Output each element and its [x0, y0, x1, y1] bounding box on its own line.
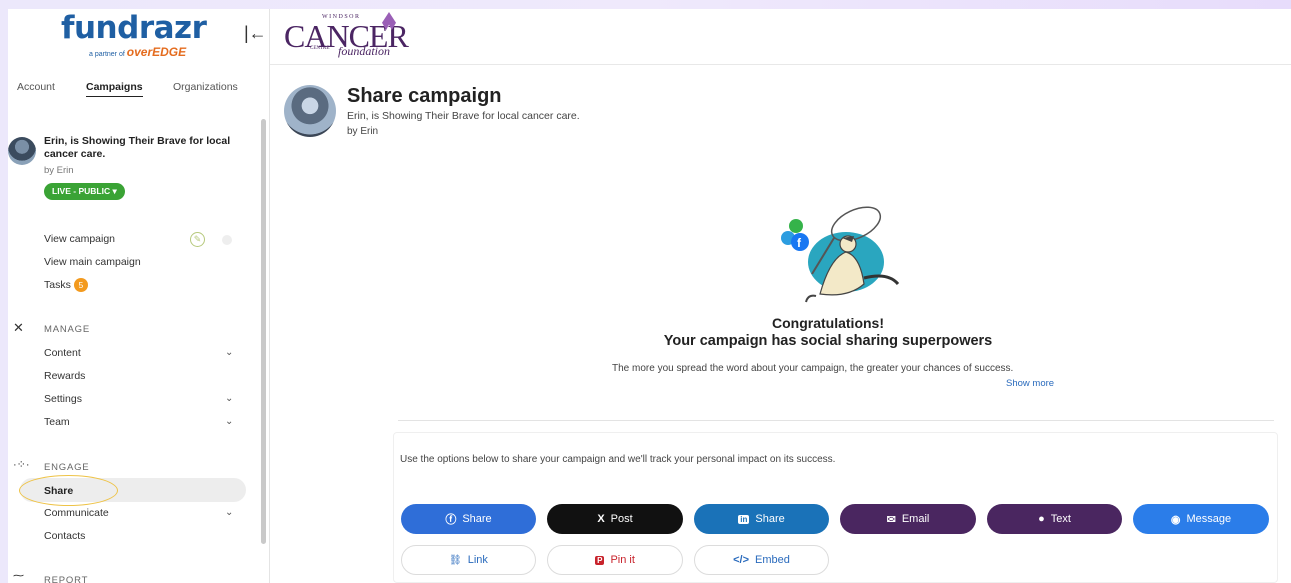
congrats-line2: Your campaign has social sharing superpo…	[663, 333, 993, 349]
chevron-down-icon[interactable]: ⌄	[225, 347, 233, 358]
embed-button[interactable]: </> Embed	[694, 545, 829, 575]
divider	[398, 420, 1274, 421]
button-label: Share	[462, 513, 492, 525]
tab-account[interactable]: Account	[17, 81, 55, 93]
pinterest-button[interactable]: P Pin it	[547, 545, 683, 575]
partner-label: a partner of	[89, 51, 125, 58]
envelope-icon: ✉	[886, 513, 896, 526]
congrats-block: Congratulations! Your campaign has socia…	[398, 314, 1258, 350]
chat-bubble-icon: ●	[1038, 513, 1045, 525]
button-label: Embed	[755, 554, 790, 566]
tab-organizations[interactable]: Organizations	[173, 81, 238, 93]
app-window: fundrazr a partner of overEDGE |← Accoun…	[8, 9, 1291, 583]
chevron-down-icon[interactable]: ⌄	[225, 416, 233, 427]
org-logo-centre: CENTRE	[310, 46, 330, 51]
org-logo[interactable]: WINDSOR CANCER CENTRE foundation	[284, 12, 409, 60]
sidebar-item-settings[interactable]: Settings	[44, 393, 82, 405]
link-icon: ⛓	[449, 554, 462, 566]
view-campaign-link[interactable]: View campaign	[44, 233, 115, 245]
linkedin-share-button[interactable]: in Share	[694, 504, 829, 534]
tasks-link[interactable]: Tasks 5	[44, 278, 88, 292]
button-label: Email	[901, 513, 930, 525]
page-author: by Erin	[347, 126, 379, 137]
x-post-button[interactable]: X Post	[547, 504, 683, 534]
partner-brand: overEDGE	[126, 45, 187, 59]
report-icon: ⁓	[13, 570, 24, 582]
sidebar-item-contacts[interactable]: Contacts	[44, 530, 85, 542]
tasks-label: Tasks	[44, 278, 71, 291]
button-label: Share	[755, 513, 785, 525]
campaign-title: Erin, is Showing Their Brave for local c…	[44, 135, 231, 160]
status-badge[interactable]: LIVE - PUBLIC ▾	[44, 183, 125, 200]
manage-heading: MANAGE	[44, 324, 90, 335]
email-button[interactable]: ✉ Email	[840, 504, 976, 534]
linkedin-icon: in	[738, 514, 750, 524]
sidebar-item-team[interactable]: Team	[44, 416, 70, 428]
facebook-share-button[interactable]: ⓕ Share	[401, 504, 536, 534]
button-label: Message	[1186, 513, 1232, 525]
share-options-text: Use the options below to share your camp…	[400, 454, 836, 465]
edit-icon[interactable]: ✎	[190, 232, 205, 247]
sidebar-item-communicate[interactable]: Communicate	[44, 507, 109, 519]
x-icon: X	[597, 513, 605, 525]
fundrazr-logo[interactable]: fundrazr a partner of overEDGE	[61, 10, 207, 59]
share-description: The more you spread the word about your …	[612, 363, 1014, 374]
code-icon: </>	[733, 554, 750, 566]
show-more-link[interactable]: Show more	[1006, 378, 1054, 389]
sidebar-item-rewards[interactable]: Rewards	[44, 370, 85, 382]
messenger-button[interactable]: ◉ Message	[1133, 504, 1269, 534]
pinterest-icon: P	[595, 555, 605, 565]
campaign-author: by Erin	[44, 165, 74, 176]
superhero-illustration: f	[781, 206, 900, 303]
report-heading: REPORT	[44, 575, 89, 583]
button-label: Pin it	[610, 554, 635, 566]
tasks-count-badge: 5	[73, 278, 88, 292]
top-bar: WINDSOR CANCER CENTRE foundation	[270, 9, 1291, 65]
sidebar-item-share[interactable]: Share	[44, 485, 73, 497]
chevron-down-icon[interactable]: ⌄	[225, 507, 233, 518]
chevron-down-icon[interactable]: ⌄	[225, 393, 233, 404]
tools-icon: ✕	[13, 320, 24, 335]
tab-campaigns[interactable]: Campaigns	[86, 81, 143, 97]
button-label: Post	[610, 513, 633, 525]
campaign-thumbnail	[8, 137, 36, 165]
copy-link-button[interactable]: ⛓ Link	[401, 545, 536, 575]
sidebar-scrollbar[interactable]	[261, 119, 266, 544]
page-subtitle: Erin, is Showing Their Brave for local c…	[347, 110, 580, 122]
logo-text-fund: fund	[61, 10, 139, 46]
button-label: Link	[467, 554, 488, 566]
org-logo-foundation: foundation	[338, 44, 391, 58]
view-main-campaign-link[interactable]: View main campaign	[44, 256, 141, 268]
collapse-sidebar-icon[interactable]: |←	[244, 23, 267, 44]
page-title: Share campaign	[347, 85, 502, 107]
logo-text-razr: razr	[138, 10, 207, 46]
button-label: Text	[1050, 513, 1071, 525]
engage-heading: ENGAGE	[44, 462, 90, 473]
network-icon: ·⁘·	[13, 459, 30, 471]
campaign-avatar	[284, 85, 336, 137]
facebook-icon: ⓕ	[445, 514, 457, 526]
congrats-line1: Congratulations!	[772, 315, 884, 331]
messenger-icon: ◉	[1170, 513, 1181, 526]
sidebar-item-content[interactable]: Content	[44, 347, 81, 359]
sidebar: fundrazr a partner of overEDGE |← Accoun…	[8, 9, 270, 583]
text-button[interactable]: ● Text	[987, 504, 1122, 534]
preview-icon[interactable]	[222, 235, 232, 245]
